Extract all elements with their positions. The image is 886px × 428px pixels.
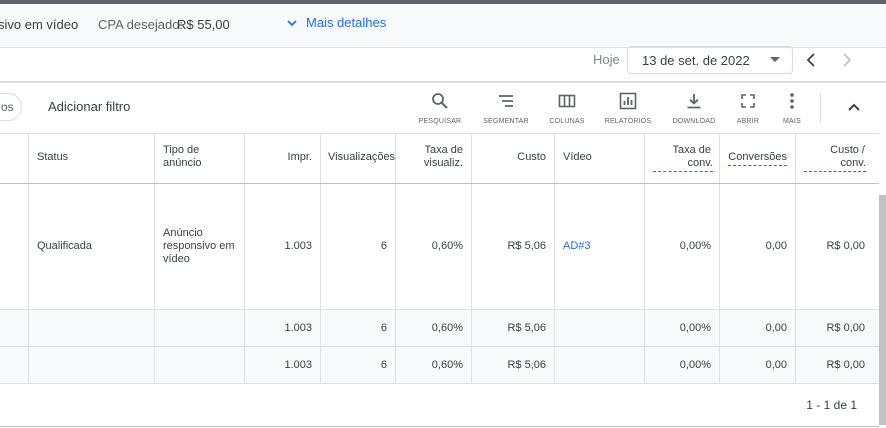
chevron-down-icon: [286, 17, 298, 29]
filter-chip[interactable]: os: [0, 93, 22, 121]
download-tool-label: DOWNLOAD: [672, 118, 716, 125]
total-conversions: 0,00: [720, 347, 796, 383]
cpa-label: CPA desejado:: [98, 17, 184, 32]
more-tool-button[interactable]: MAIS: [762, 91, 822, 127]
collapse-toolbar-button[interactable]: [844, 97, 864, 117]
total-views: 6: [321, 310, 396, 346]
conversions-cell: 0,00: [720, 184, 796, 309]
row-select-cell[interactable]: [0, 184, 29, 309]
date-range-bar: Hoje 13 de set. de 2022: [0, 46, 886, 82]
search-tool-button[interactable]: PESQUISAR: [410, 91, 470, 127]
cost-cell: R$ 5,06: [472, 184, 555, 309]
pagination-info: 1 - 1 de 1: [806, 398, 857, 412]
add-filter-button[interactable]: Adicionar filtro: [48, 99, 130, 114]
segment-tool-button[interactable]: SEGMENTAR: [476, 91, 536, 127]
segment-tool-label: SEGMENTAR: [483, 118, 529, 125]
totals-row: 1.003 6 0,60% R$ 5,06 0,00% 0,00 R$ 0,00: [0, 347, 879, 384]
download-icon: [664, 91, 724, 111]
date-preset-label: Hoje: [593, 52, 620, 67]
views-cell: 6: [321, 184, 396, 309]
header-checkbox-column: [0, 134, 29, 183]
header-views[interactable]: Visualizações: [321, 134, 396, 183]
table-header-row: Status Tipo de anúncio Impr. Visualizaçõ…: [0, 134, 879, 184]
header-conv-rate[interactable]: Taxa de conv.: [645, 134, 720, 183]
header-cost[interactable]: Custo: [472, 134, 555, 183]
status-cell: Qualificada: [29, 184, 155, 309]
total-cost-per-conv: R$ 0,00: [826, 359, 865, 371]
download-tool-button[interactable]: DOWNLOAD: [664, 91, 724, 127]
total-views: 6: [321, 347, 396, 383]
total-conversions: 0,00: [720, 310, 796, 346]
header-conversions[interactable]: Conversões: [720, 134, 796, 183]
ads-table: Status Tipo de anúncio Impr. Visualizaçõ…: [0, 133, 879, 384]
search-icon: [410, 91, 470, 111]
more-details-button[interactable]: Mais detalhes: [286, 15, 386, 30]
impressions-cell: 1.003: [245, 184, 321, 309]
total-impressions: 1.003: [245, 347, 321, 383]
columns-tool-label: COLUNAS: [549, 118, 585, 125]
header-impressions[interactable]: Impr.: [245, 134, 321, 183]
reports-tool-label: RELATÓRIOS: [604, 118, 652, 125]
view-rate-cell: 0,60%: [396, 184, 472, 309]
header-video[interactable]: Vídeo: [555, 134, 645, 183]
columns-tool-button[interactable]: COLUNAS: [537, 91, 597, 127]
header-ad-type[interactable]: Tipo de anúncio: [155, 134, 245, 183]
video-link[interactable]: AD#3: [563, 240, 636, 252]
total-view-rate: 0,60%: [396, 347, 472, 383]
date-range-value: 13 de set. de 2022: [642, 53, 750, 68]
previous-period-button[interactable]: [800, 49, 822, 71]
more-vert-icon: [762, 91, 822, 111]
next-period-button[interactable]: [836, 49, 858, 71]
date-range-select[interactable]: 13 de set. de 2022: [627, 46, 793, 74]
total-cost-per-conv: R$ 0,00: [826, 322, 865, 334]
total-cost: R$ 5,06: [472, 310, 555, 346]
table-footer: 1 - 1 de 1: [0, 383, 879, 427]
segment-icon: [476, 91, 536, 111]
toolbar-divider: [820, 93, 821, 123]
total-cost: R$ 5,06: [472, 347, 555, 383]
vertical-scrollbar[interactable]: [879, 195, 886, 425]
chevron-up-icon: [848, 103, 860, 111]
table-row[interactable]: Qualificada Anúncio responsivo em vídeo …: [0, 184, 879, 310]
search-tool-label: PESQUISAR: [418, 118, 462, 125]
total-conv-rate: 0,00%: [645, 347, 720, 383]
campaign-info-bar: sivo em vídeo CPA desejado: R$ 55,00 Mai…: [0, 4, 886, 48]
reports-tool-button[interactable]: RELATÓRIOS: [598, 91, 658, 127]
ad-type-summary: sivo em vídeo: [0, 17, 79, 32]
columns-icon: [537, 91, 597, 111]
header-status[interactable]: Status: [29, 134, 155, 183]
total-impressions: 1.003: [245, 310, 321, 346]
video-cell: AD#3: [555, 184, 645, 309]
total-view-rate: 0,60%: [396, 310, 472, 346]
dropdown-arrow-icon: [770, 57, 780, 62]
ad-type-cell: Anúncio responsivo em vídeo: [155, 184, 245, 309]
more-tool-label: MAIS: [783, 118, 801, 125]
reports-icon: [598, 91, 658, 111]
header-cost-per-conv[interactable]: Custo / conv.: [796, 134, 879, 183]
header-view-rate[interactable]: Taxa de visualiz.: [396, 134, 472, 183]
chevron-right-icon: [843, 53, 852, 67]
cpa-value: R$ 55,00: [177, 17, 230, 32]
chevron-left-icon: [806, 53, 815, 67]
totals-row: 1.003 6 0,60% R$ 5,06 0,00% 0,00 R$ 0,00: [0, 310, 879, 347]
more-details-label: Mais detalhes: [306, 15, 387, 30]
conv-rate-cell: 0,00%: [645, 184, 720, 309]
cost-per-conv-cell: R$ 0,00: [826, 240, 865, 252]
total-conv-rate: 0,00%: [645, 310, 720, 346]
table-toolbar: os Adicionar filtro PESQUISAR SEGMENTAR …: [0, 83, 886, 133]
